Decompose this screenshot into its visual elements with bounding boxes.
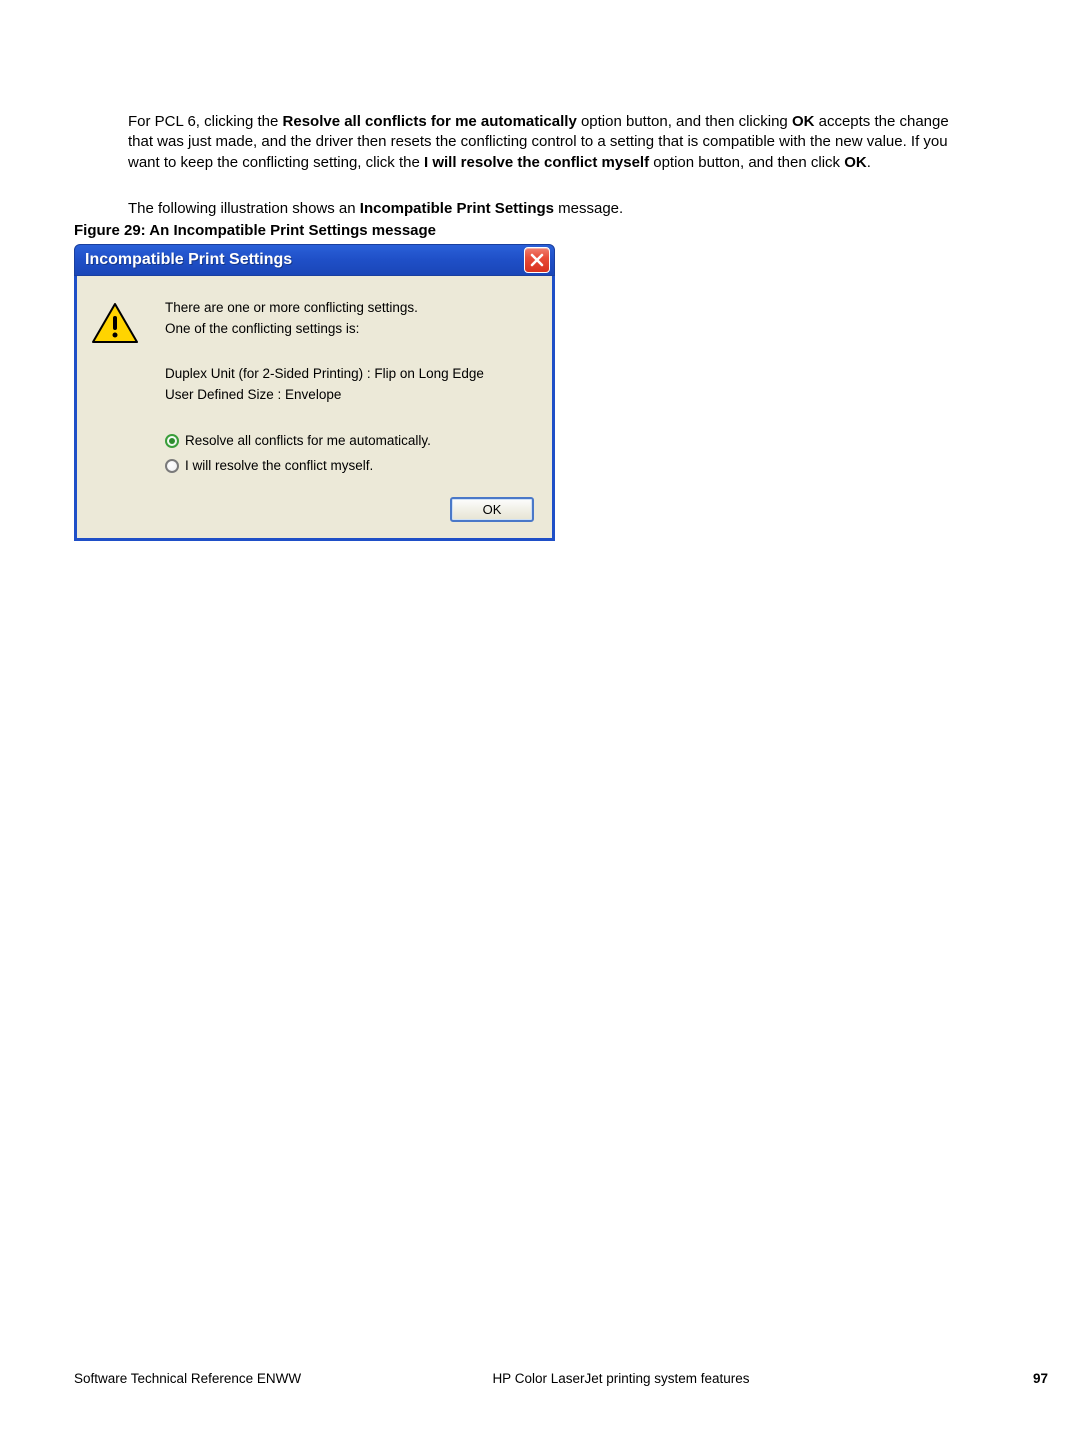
warning-icon: [91, 302, 139, 344]
p2-pre: The following illustration shows an: [128, 200, 360, 217]
radio-resolve-myself-label: I will resolve the conflict myself.: [185, 453, 373, 479]
p1-b1: Resolve all conflicts for me automatical…: [283, 113, 577, 130]
p1-mid3: option button, and then click: [649, 154, 844, 171]
dialog-title: Incompatible Print Settings: [85, 251, 292, 269]
body-paragraph-1: For PCL 6, clicking the Resolve all conf…: [128, 112, 958, 173]
p2-post: message.: [554, 200, 623, 217]
footer-center: HP Color LaserJet printing system featur…: [74, 1371, 1048, 1386]
ok-button[interactable]: OK: [450, 497, 534, 522]
radio-selected-icon: [165, 434, 179, 448]
dialog-titlebar[interactable]: Incompatible Print Settings: [74, 244, 555, 276]
dialog-msg-2: One of the conflicting settings is:: [165, 319, 534, 340]
radio-resolve-auto[interactable]: Resolve all conflicts for me automatical…: [165, 428, 534, 454]
radio-resolve-auto-label: Resolve all conflicts for me automatical…: [185, 428, 431, 454]
page-footer: Software Technical Reference ENWW HP Col…: [74, 1371, 1048, 1387]
dialog-detail-1: Duplex Unit (for 2-Sided Printing) : Fli…: [165, 364, 534, 385]
footer-page-number: 97: [1033, 1371, 1048, 1386]
dialog-body: There are one or more conflicting settin…: [74, 276, 555, 541]
p1-b3: I will resolve the conflict myself: [424, 154, 649, 171]
close-icon: [530, 253, 544, 267]
p1-mid1: option button, and then clicking: [577, 113, 792, 130]
p1-b4: OK: [844, 154, 867, 171]
body-paragraph-2: The following illustration shows an Inco…: [128, 199, 958, 219]
dialog-window: Incompatible Print Settings There are on…: [74, 244, 555, 541]
p1-b2: OK: [792, 113, 815, 130]
p2-b: Incompatible Print Settings: [360, 200, 554, 217]
dialog-detail-2: User Defined Size : Envelope: [165, 385, 534, 406]
figure-caption: Figure 29: An Incompatible Print Setting…: [74, 222, 436, 239]
close-button[interactable]: [524, 247, 550, 273]
radio-unselected-icon: [165, 459, 179, 473]
p1-pre1: For PCL 6, clicking the: [128, 113, 283, 130]
p1-post: .: [867, 154, 871, 171]
dialog-msg-1: There are one or more conflicting settin…: [165, 298, 534, 319]
radio-resolve-myself[interactable]: I will resolve the conflict myself.: [165, 453, 534, 479]
